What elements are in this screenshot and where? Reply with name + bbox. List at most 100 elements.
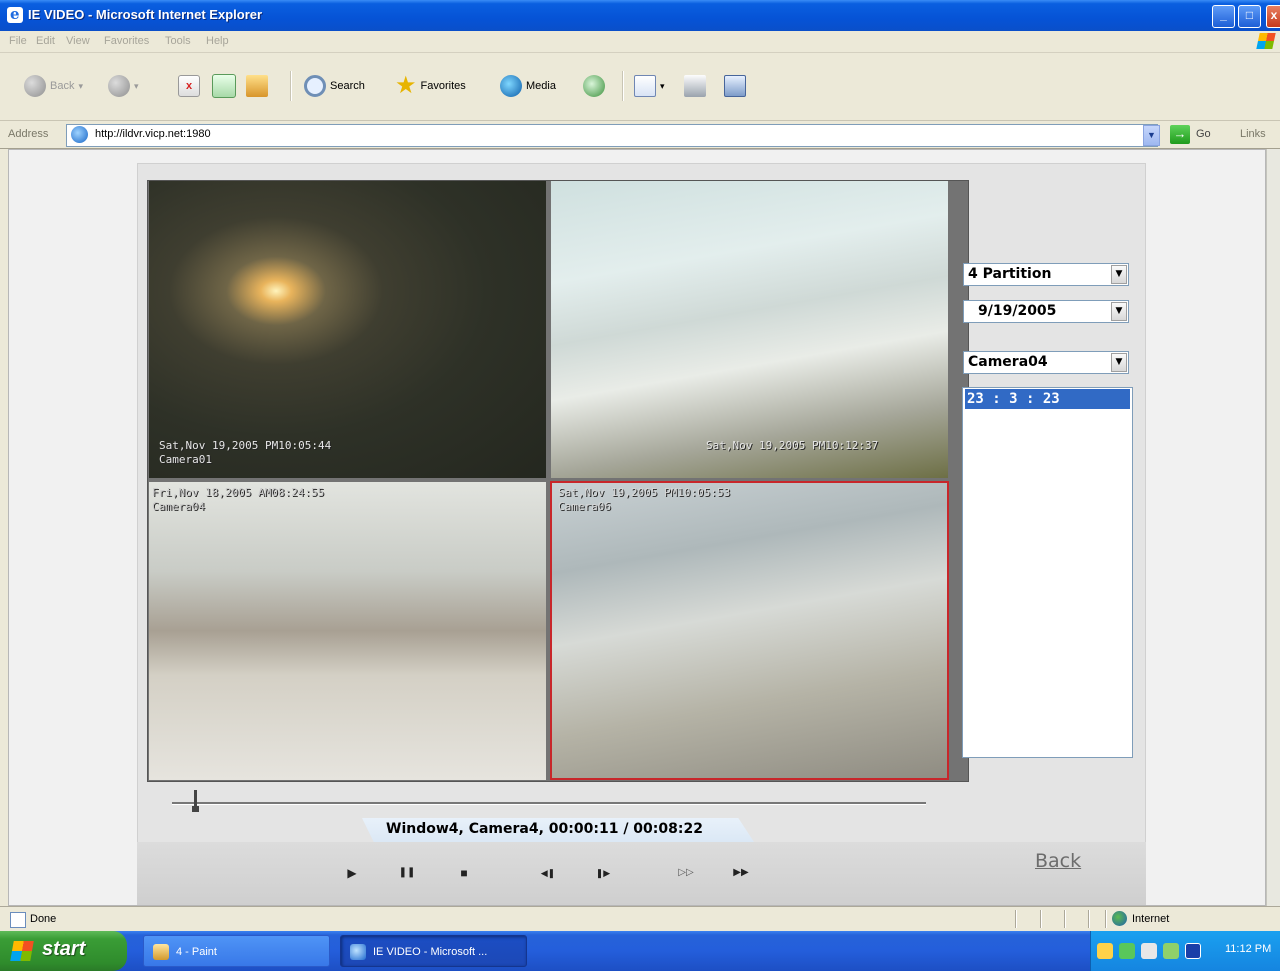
history-button[interactable] bbox=[583, 73, 605, 99]
dropdown-arrow-icon: ▾ bbox=[134, 80, 139, 91]
stop-button[interactable]: x bbox=[178, 73, 200, 99]
vertical-scrollbar[interactable] bbox=[1266, 149, 1280, 906]
date-select[interactable]: 9/19/2005 ▼ bbox=[963, 300, 1129, 323]
refresh-icon bbox=[212, 74, 236, 98]
camera-view-1[interactable]: Sat,Nov 19,2005 PM10:05:44 Camera01 bbox=[149, 181, 546, 478]
links-button[interactable]: Links bbox=[1240, 128, 1266, 140]
mail-icon bbox=[634, 75, 656, 97]
close-button[interactable]: x bbox=[1266, 5, 1280, 28]
menu-edit[interactable]: Edit bbox=[36, 35, 55, 47]
stop-button[interactable]: ■ bbox=[455, 864, 473, 882]
tray-icon[interactable] bbox=[1141, 943, 1157, 959]
stop-icon: x bbox=[178, 75, 200, 97]
camera-view-3[interactable]: Fri,Nov 18,2005 AM08:24:55 Camera04 bbox=[149, 482, 546, 780]
chevron-down-icon: ▼ bbox=[1111, 265, 1127, 284]
home-icon bbox=[246, 75, 268, 97]
camera-timestamp: Sat,Nov 19,2005 PM10:05:44 bbox=[159, 439, 332, 452]
status-divider bbox=[1015, 910, 1017, 928]
page-done-icon bbox=[10, 912, 26, 928]
minimize-button[interactable]: _ bbox=[1212, 5, 1235, 28]
address-dropdown-button[interactable]: ▼ bbox=[1143, 125, 1160, 146]
forward-button[interactable]: ▾ bbox=[108, 73, 139, 99]
step-forward-button[interactable]: ❚▶ bbox=[592, 864, 614, 882]
playback-slider-thumb[interactable] bbox=[191, 790, 199, 812]
status-divider bbox=[1088, 910, 1090, 928]
dropdown-arrow-icon: ▾ bbox=[660, 80, 665, 91]
menu-help[interactable]: Help bbox=[206, 35, 229, 47]
history-icon bbox=[583, 75, 605, 97]
home-button[interactable] bbox=[246, 73, 268, 99]
star-icon: ★ bbox=[395, 72, 417, 99]
back-arrow-icon bbox=[24, 75, 46, 97]
slow-button[interactable]: ▷▷ bbox=[675, 864, 697, 882]
back-link[interactable]: Back bbox=[1035, 850, 1081, 872]
internet-globe-icon bbox=[1112, 911, 1127, 926]
edit-button[interactable] bbox=[724, 73, 746, 99]
go-arrow-icon[interactable]: → bbox=[1170, 125, 1190, 144]
pause-button[interactable]: ❚❚ bbox=[398, 864, 416, 882]
go-button-label[interactable]: Go bbox=[1196, 128, 1211, 140]
status-divider bbox=[1105, 910, 1107, 928]
camera-name: Camera01 bbox=[159, 453, 212, 466]
tray-icon[interactable] bbox=[1119, 943, 1135, 959]
security-zone: Internet bbox=[1132, 913, 1170, 925]
media-player-tray-icon[interactable] bbox=[1185, 943, 1201, 959]
favorites-button[interactable]: ★ Favorites bbox=[395, 73, 466, 99]
playback-controls-bar bbox=[137, 842, 1146, 905]
camera-name: Camera04 bbox=[152, 500, 205, 513]
title-bar[interactable]: IE VIDEO - Microsoft Internet Explorer _… bbox=[0, 0, 1280, 31]
chevron-down-icon: ▼ bbox=[1111, 353, 1127, 372]
refresh-button[interactable] bbox=[212, 73, 236, 99]
paint-icon bbox=[153, 944, 169, 960]
dropdown-arrow-icon: ▾ bbox=[78, 80, 83, 91]
toolbar: Back ▾ ▾ x Search ★ Favorites Media ▾ bbox=[0, 53, 1280, 121]
address-url: http://ildvr.vicp.net:1980 bbox=[95, 128, 211, 140]
play-button[interactable]: ▶ bbox=[343, 864, 361, 882]
toolbar-separator bbox=[622, 71, 624, 101]
tray-icon[interactable] bbox=[1097, 943, 1113, 959]
tray-icon[interactable] bbox=[1163, 943, 1179, 959]
chevron-down-icon: ▼ bbox=[1111, 302, 1127, 321]
print-button[interactable] bbox=[684, 73, 706, 99]
maximize-button[interactable]: □ bbox=[1238, 5, 1261, 28]
ie-icon bbox=[7, 5, 23, 23]
status-text: Done bbox=[30, 913, 57, 925]
address-label: Address bbox=[8, 128, 49, 140]
address-input[interactable]: http://ildvr.vicp.net:1980 bbox=[66, 124, 1158, 147]
playback-slider-track[interactable] bbox=[172, 802, 926, 805]
mail-button[interactable]: ▾ bbox=[634, 73, 665, 99]
edit-page-icon bbox=[724, 75, 746, 97]
media-button[interactable]: Media bbox=[500, 73, 556, 99]
windows-flag-icon bbox=[10, 941, 34, 961]
taskbar: start 4 - Paint IE VIDEO - Microsoft ...… bbox=[0, 931, 1280, 971]
camera-timestamp: Sat,Nov 19,2005 PM10:05:53 bbox=[558, 486, 731, 499]
playback-status: Window4, Camera4, 00:00:11 / 00:08:22 bbox=[362, 818, 754, 842]
camera-timestamp: Fri,Nov 18,2005 AM08:24:55 bbox=[152, 486, 325, 499]
menu-view[interactable]: View bbox=[66, 35, 90, 47]
list-item-selected[interactable]: 23 : 3 : 23 bbox=[965, 389, 1130, 409]
camera-view-4-selected[interactable]: Sat,Nov 19,2005 PM10:05:53 Camera06 bbox=[550, 481, 949, 780]
back-button[interactable]: Back ▾ bbox=[24, 73, 83, 99]
fast-forward-button[interactable]: ▶▶ bbox=[730, 864, 752, 882]
camera-view-2[interactable]: Sat,Nov 19,2005 PM10:12:37 bbox=[551, 181, 948, 478]
address-bar: Address http://ildvr.vicp.net:1980 ▼ → G… bbox=[0, 121, 1280, 149]
taskbar-item-ie-video[interactable]: IE VIDEO - Microsoft ... bbox=[340, 935, 527, 967]
menu-favorites[interactable]: Favorites bbox=[104, 35, 149, 47]
partition-select[interactable]: 4 Partition ▼ bbox=[963, 263, 1129, 286]
menu-tools[interactable]: Tools bbox=[165, 35, 191, 47]
menu-file[interactable]: File bbox=[9, 35, 27, 47]
recording-time-list[interactable]: 23 : 3 : 23 bbox=[962, 387, 1133, 758]
page-icon bbox=[71, 126, 88, 143]
toolbar-separator bbox=[290, 71, 292, 101]
windows-logo-icon bbox=[1256, 33, 1276, 49]
playback-status-text: Window4, Camera4, 00:00:11 / 00:08:22 bbox=[386, 821, 703, 837]
start-button[interactable]: start bbox=[0, 931, 127, 971]
search-icon bbox=[304, 75, 326, 97]
camera-select[interactable]: Camera04 ▼ bbox=[963, 351, 1129, 374]
print-icon bbox=[684, 75, 706, 97]
taskbar-item-paint[interactable]: 4 - Paint bbox=[143, 935, 330, 967]
step-back-button[interactable]: ◀❚ bbox=[537, 864, 559, 882]
search-button[interactable]: Search bbox=[304, 73, 365, 99]
camera-name: Camera06 bbox=[558, 500, 611, 513]
window-title: IE VIDEO - Microsoft Internet Explorer bbox=[28, 7, 263, 22]
